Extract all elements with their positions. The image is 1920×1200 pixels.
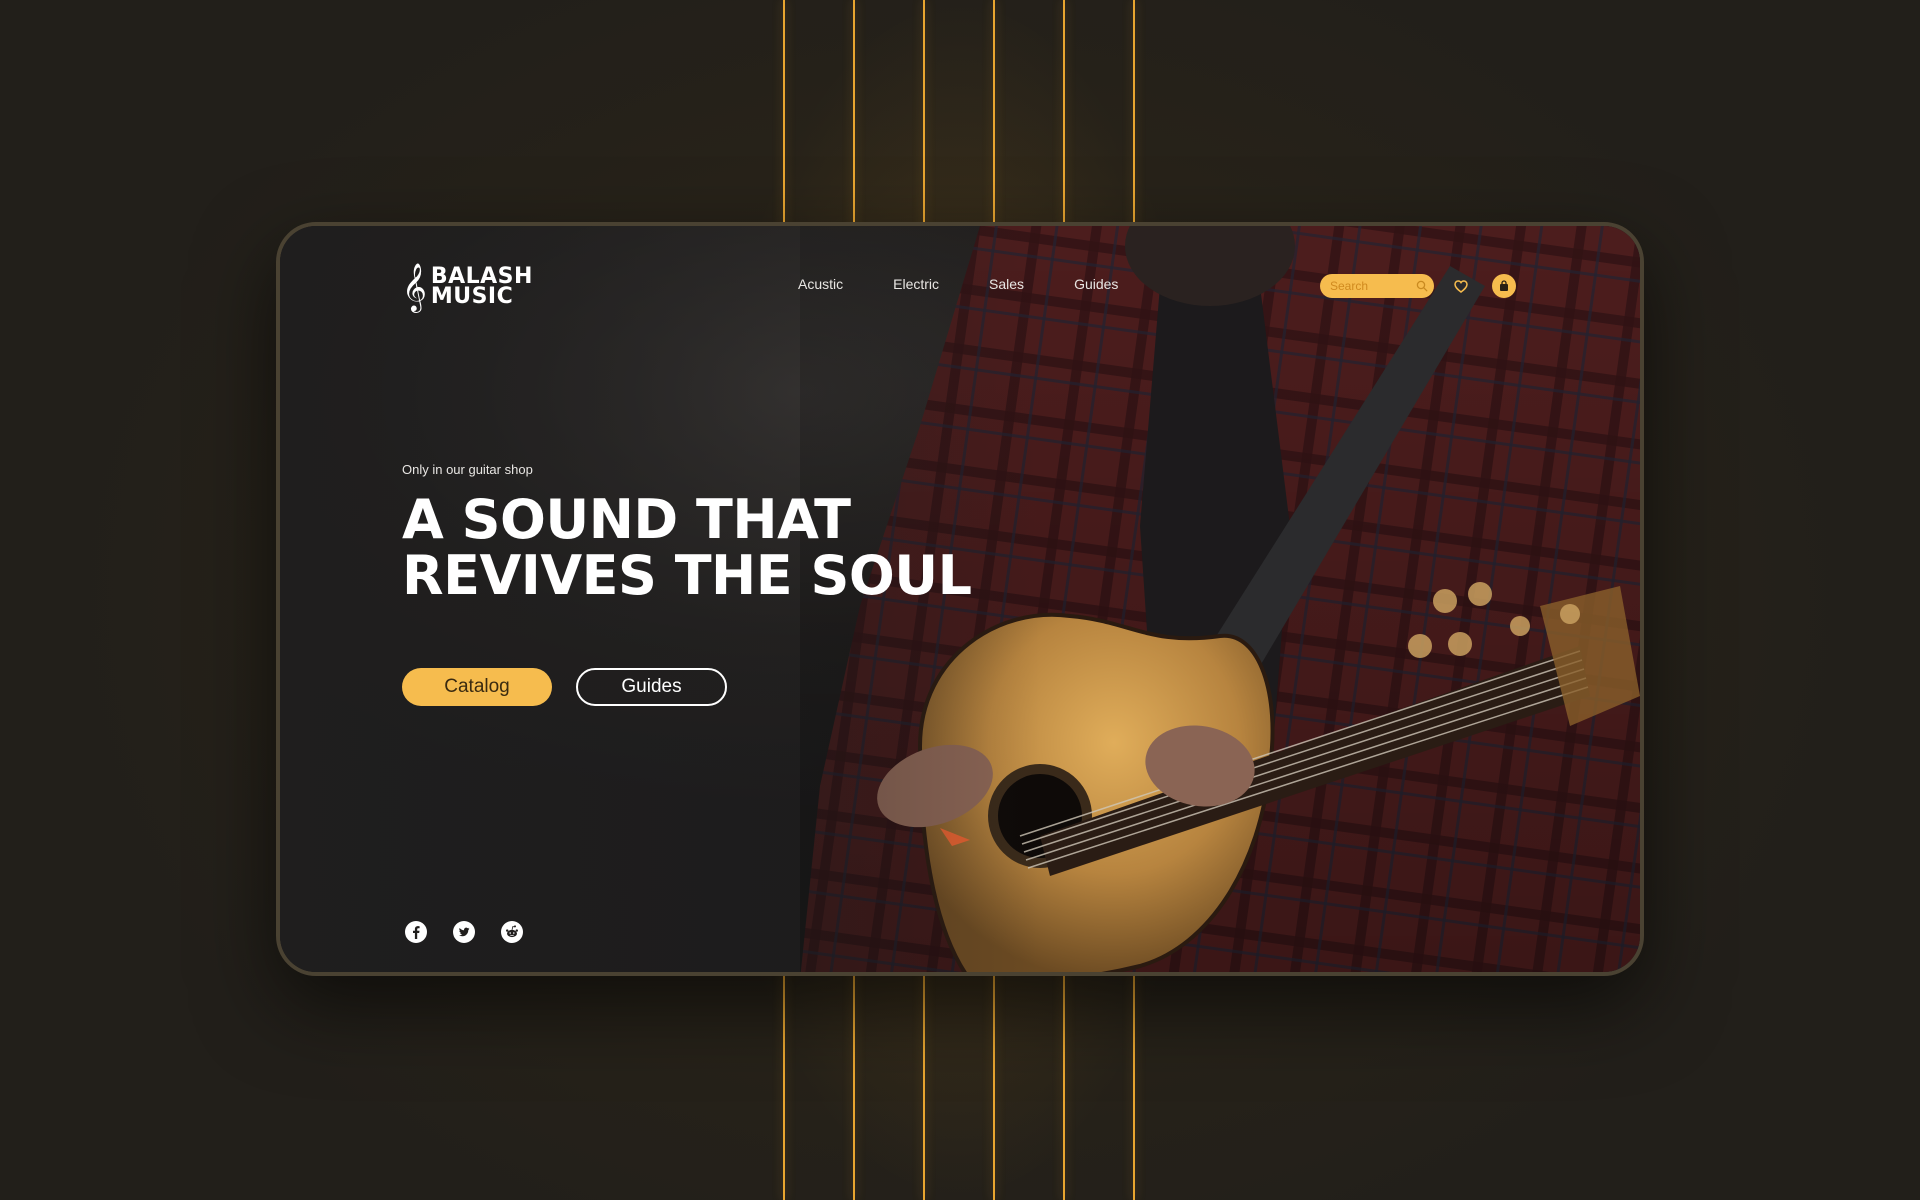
heart-icon bbox=[1454, 279, 1468, 293]
hero-tagline: Only in our guitar shop bbox=[402, 462, 533, 477]
twitter-icon[interactable] bbox=[452, 920, 476, 944]
brand-name-line2: MUSIC bbox=[430, 284, 514, 309]
nav-item-guides[interactable]: Guides bbox=[1074, 276, 1118, 292]
facebook-icon[interactable] bbox=[404, 920, 428, 944]
search-bar[interactable] bbox=[1320, 274, 1434, 298]
main-nav: Acustic Electric Sales Guides bbox=[798, 276, 1118, 292]
treble-clef-icon: 𝄞 bbox=[402, 262, 427, 311]
hero-headline-line2: REVIVES THE SOUL bbox=[402, 544, 972, 607]
nav-item-sales[interactable]: Sales bbox=[989, 276, 1024, 292]
catalog-button[interactable]: Catalog bbox=[402, 668, 552, 706]
nav-item-electric[interactable]: Electric bbox=[893, 276, 939, 292]
brand-name: BALASH MUSIC bbox=[430, 266, 533, 309]
nav-item-acustic[interactable]: Acustic bbox=[798, 276, 843, 292]
social-links bbox=[404, 920, 524, 944]
guides-button[interactable]: Guides bbox=[576, 668, 727, 706]
hero-card: 𝄞 BALASH MUSIC Acustic Electric Sales Gu… bbox=[276, 222, 1644, 976]
hero-headline-line1: A SOUND THAT bbox=[402, 488, 851, 551]
search-icon[interactable] bbox=[1416, 280, 1428, 292]
cart-button[interactable] bbox=[1492, 274, 1516, 298]
hero-headline: A SOUND THAT REVIVES THE SOUL bbox=[402, 492, 1102, 604]
shopping-bag-icon bbox=[1500, 280, 1508, 291]
reddit-icon[interactable] bbox=[500, 920, 524, 944]
search-input[interactable] bbox=[1328, 278, 1412, 294]
wishlist-button[interactable] bbox=[1452, 277, 1470, 295]
brand-logo[interactable]: 𝄞 BALASH MUSIC bbox=[402, 266, 533, 308]
